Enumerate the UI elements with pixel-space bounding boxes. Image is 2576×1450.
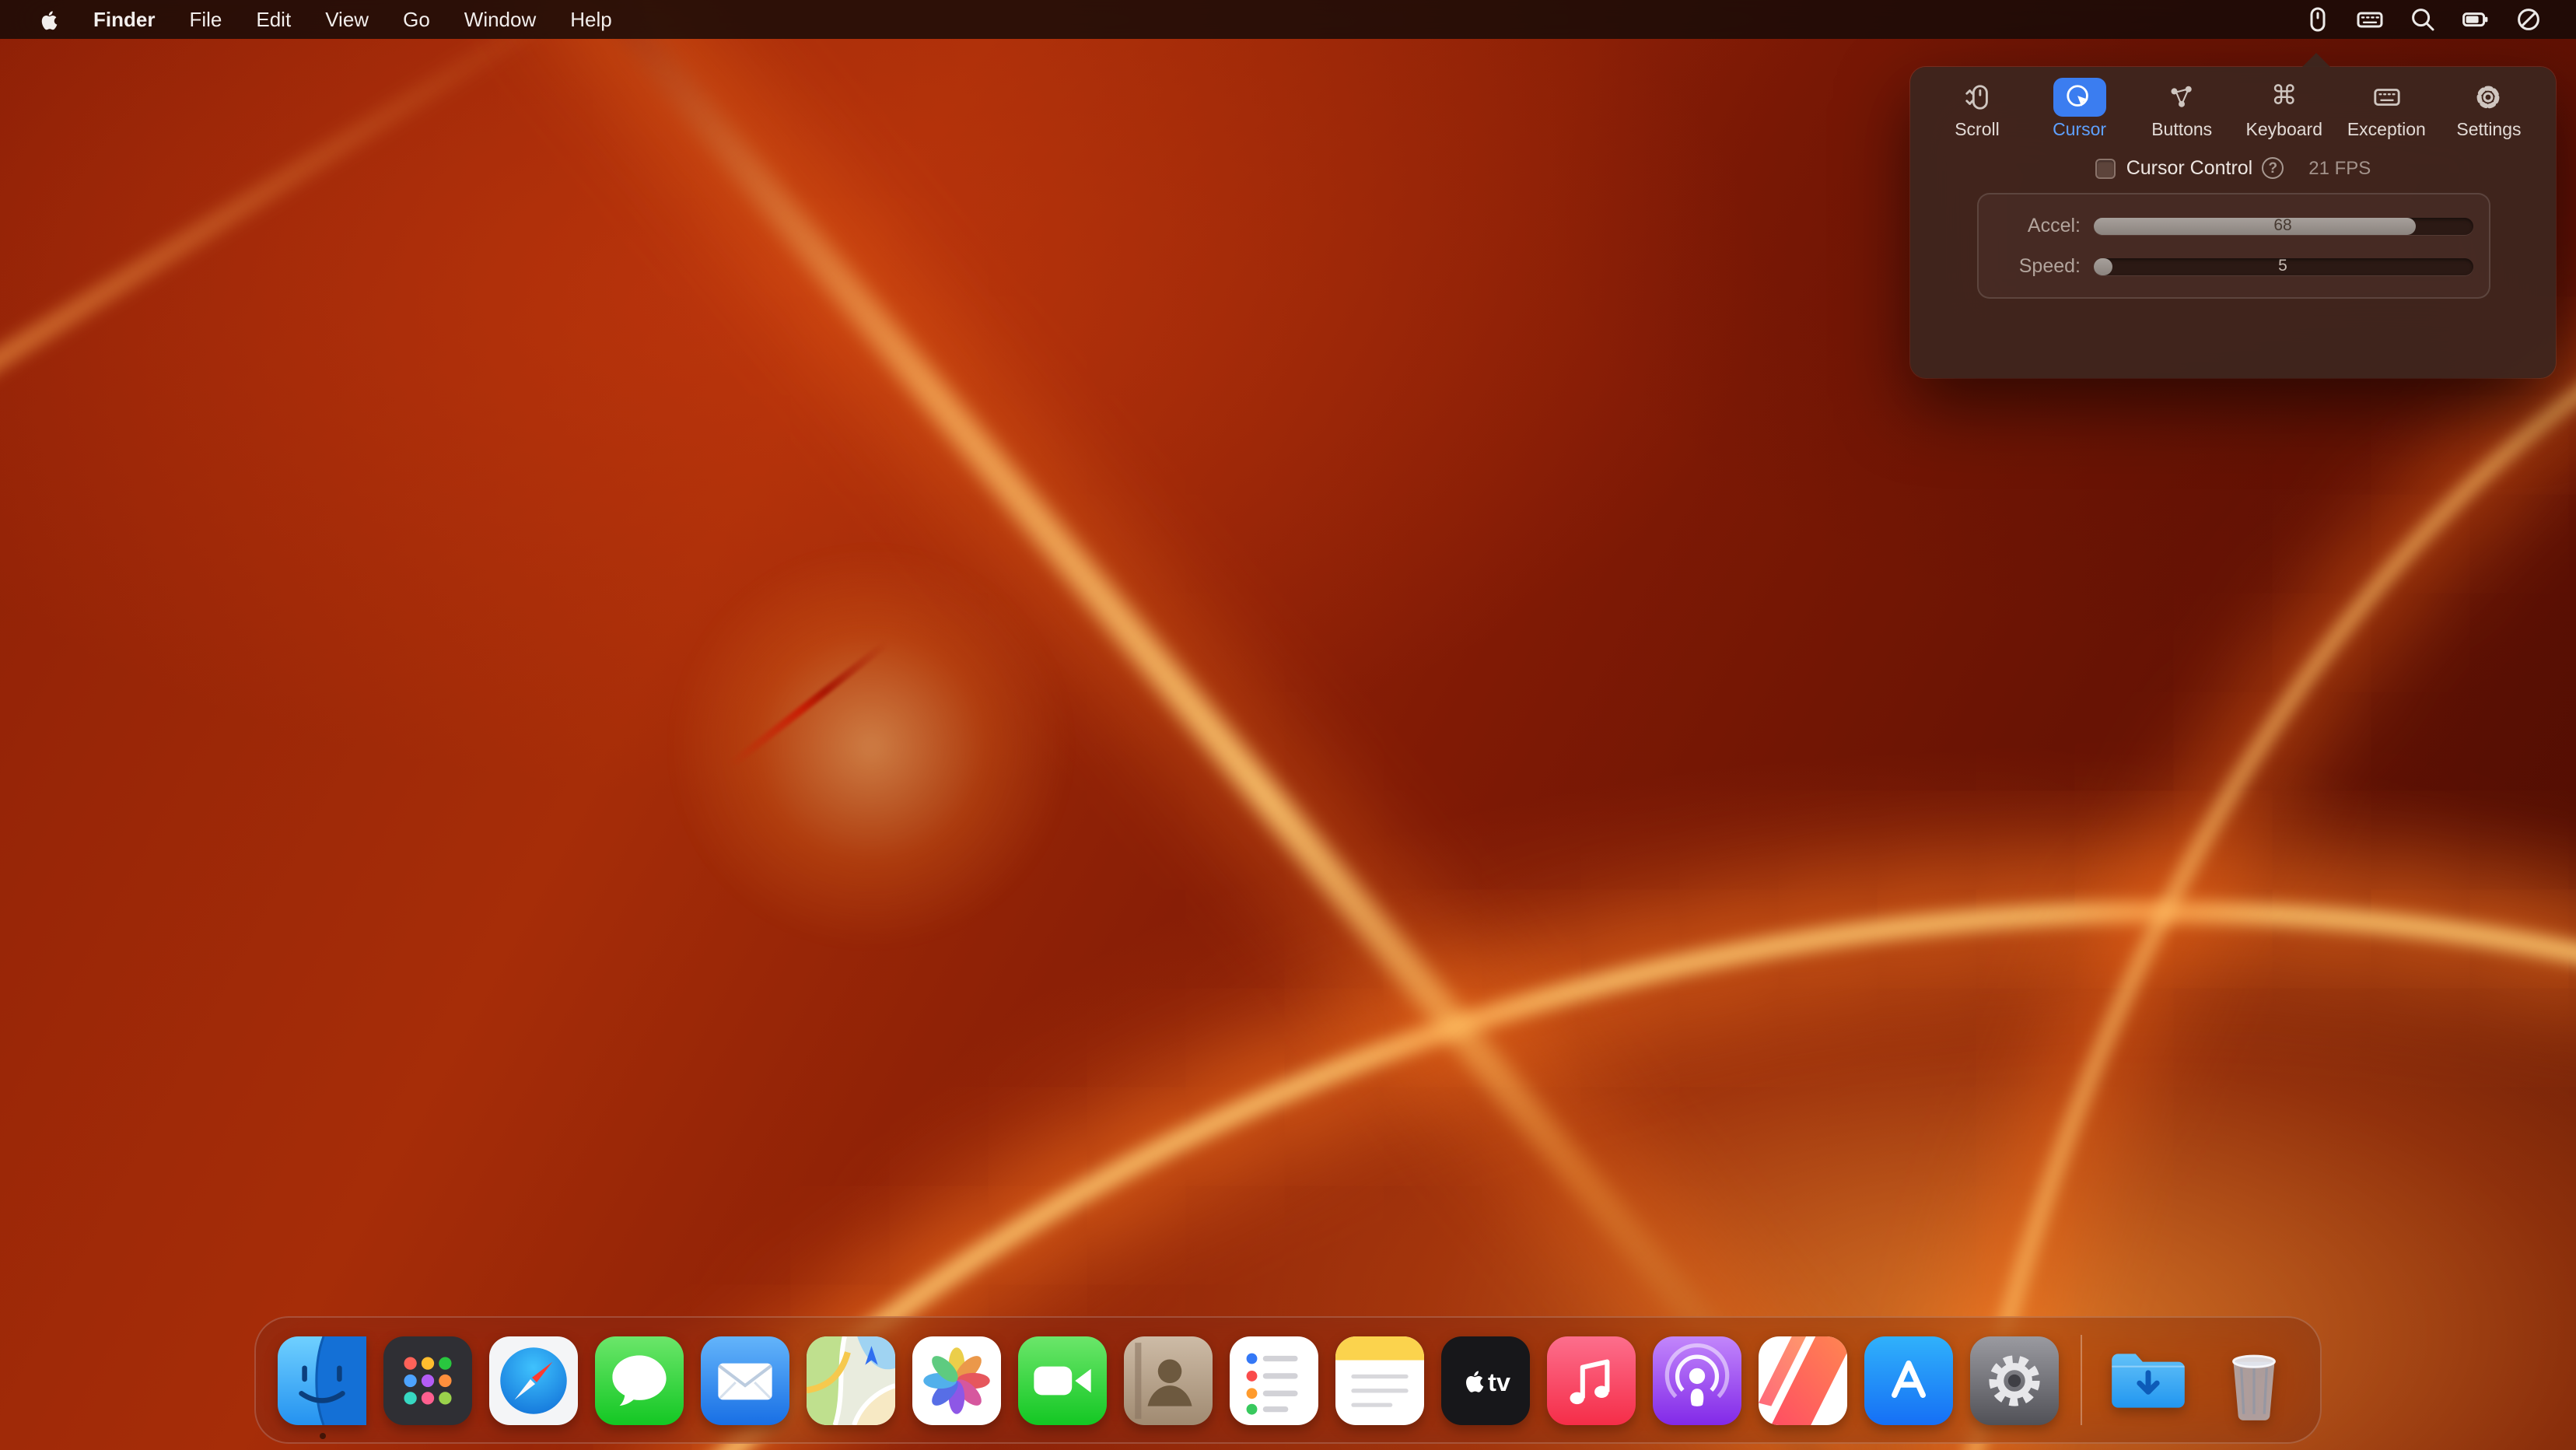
- tab-label: Settings: [2456, 121, 2521, 140]
- tab-label: Cursor: [2053, 121, 2106, 140]
- dock-icon-podcasts[interactable]: [1653, 1336, 1741, 1424]
- dock-icon-photos[interactable]: [912, 1336, 1001, 1424]
- scroll-tab-icon: [1951, 78, 2004, 117]
- fps-value: 21 FPS: [2308, 157, 2371, 179]
- menu-bar-status-area: [2304, 6, 2576, 33]
- menu-help[interactable]: Help: [553, 8, 629, 31]
- speed-row: Speed: 5: [1993, 246, 2473, 286]
- accel-value: 68: [2093, 217, 2473, 234]
- dock-icon-launchpad[interactable]: [383, 1336, 472, 1424]
- gear-icon: [2462, 78, 2515, 117]
- tab-settings[interactable]: Settings: [2441, 78, 2537, 140]
- menubar-keyboard-icon[interactable]: [2357, 6, 2383, 33]
- tab-buttons[interactable]: Buttons: [2133, 78, 2230, 140]
- menu-edit[interactable]: Edit: [239, 8, 308, 31]
- accel-row: Accel: 68: [1993, 205, 2473, 246]
- menu-bar-left: Finder File Edit View Go Window Help: [0, 7, 629, 32]
- panel-tab-bar: Scroll Cursor Buttons ⌘ Keyboard: [1910, 67, 2556, 140]
- buttons-tab-icon: [2155, 78, 2208, 117]
- mouse-settings-panel: Scroll Cursor Buttons ⌘ Keyboard: [1910, 67, 2556, 378]
- tab-cursor[interactable]: Cursor: [2032, 78, 2128, 140]
- dock-icon-trash[interactable]: [2210, 1336, 2298, 1424]
- help-icon[interactable]: ?: [2262, 157, 2284, 179]
- cursor-sliders-group: Accel: 68 Speed: 5: [1976, 193, 2490, 299]
- tab-keyboard[interactable]: ⌘ Keyboard: [2236, 78, 2333, 140]
- cursor-control-row: Cursor Control ? 21 FPS: [1910, 157, 2556, 179]
- tv-wordmark: tv: [1488, 1368, 1510, 1396]
- command-key-icon: ⌘: [2258, 78, 2311, 117]
- speed-label: Speed:: [1993, 255, 2081, 277]
- dock-separator: [2081, 1335, 2082, 1425]
- menubar-mouse-icon[interactable]: [2304, 6, 2330, 33]
- menu-app-name[interactable]: Finder: [76, 8, 172, 31]
- dock-icon-mail[interactable]: [701, 1336, 789, 1424]
- accel-label: Accel:: [1993, 215, 2081, 236]
- dock-icon-messages[interactable]: [595, 1336, 684, 1424]
- tab-label: Scroll: [1955, 121, 2000, 140]
- apple-logo-icon: [37, 7, 61, 32]
- wallpaper-glow: [669, 545, 1073, 949]
- dock-icon-finder[interactable]: [278, 1336, 366, 1424]
- dock-icon-notes[interactable]: [1335, 1336, 1424, 1424]
- exception-tab-icon: [2360, 78, 2413, 117]
- desktop: Finder File Edit View Go Window Help: [0, 0, 2576, 1450]
- accel-slider[interactable]: 68: [2093, 217, 2473, 234]
- menu-go[interactable]: Go: [386, 8, 447, 31]
- dock-icon-reminders[interactable]: [1230, 1336, 1318, 1424]
- speed-value: 5: [2093, 257, 2473, 275]
- running-indicator: [319, 1432, 325, 1438]
- tab-label: Keyboard: [2246, 121, 2322, 140]
- dock-icon-news[interactable]: [1759, 1336, 1847, 1424]
- wallpaper-curve: [0, 0, 603, 380]
- dock-icon-app-store[interactable]: [1864, 1336, 1953, 1424]
- dock-icon-maps[interactable]: [807, 1336, 895, 1424]
- spotlight-icon[interactable]: [2410, 6, 2436, 33]
- dock-icon-music[interactable]: [1547, 1336, 1636, 1424]
- tab-label: Buttons: [2151, 121, 2212, 140]
- tab-label: Exception: [2347, 121, 2426, 140]
- battery-icon[interactable]: [2462, 6, 2489, 33]
- dock-icon-downloads[interactable]: [2104, 1336, 2193, 1424]
- apple-menu[interactable]: [22, 7, 76, 32]
- tab-exception[interactable]: Exception: [2338, 78, 2434, 140]
- menu-bar: Finder File Edit View Go Window Help: [0, 0, 2576, 39]
- circle-slash-icon[interactable]: [2515, 6, 2542, 33]
- dock: tv: [254, 1316, 2322, 1444]
- dock-icon-contacts[interactable]: [1124, 1336, 1213, 1424]
- dock-icon-safari[interactable]: [489, 1336, 578, 1424]
- dock-icon-system-settings[interactable]: [1970, 1336, 2059, 1424]
- menu-view[interactable]: View: [308, 8, 386, 31]
- tab-scroll[interactable]: Scroll: [1929, 78, 2025, 140]
- cursor-control-label: Cursor Control: [2126, 157, 2253, 179]
- cursor-control-checkbox[interactable]: [2095, 158, 2116, 178]
- panel-arrow: [2302, 53, 2330, 67]
- cursor-tab-icon: [2053, 78, 2106, 117]
- dock-icon-facetime[interactable]: [1018, 1336, 1107, 1424]
- dock-icon-apple-tv[interactable]: tv: [1441, 1336, 1530, 1424]
- speed-slider[interactable]: 5: [2093, 257, 2473, 275]
- menu-window[interactable]: Window: [447, 8, 554, 31]
- menu-file[interactable]: File: [172, 8, 239, 31]
